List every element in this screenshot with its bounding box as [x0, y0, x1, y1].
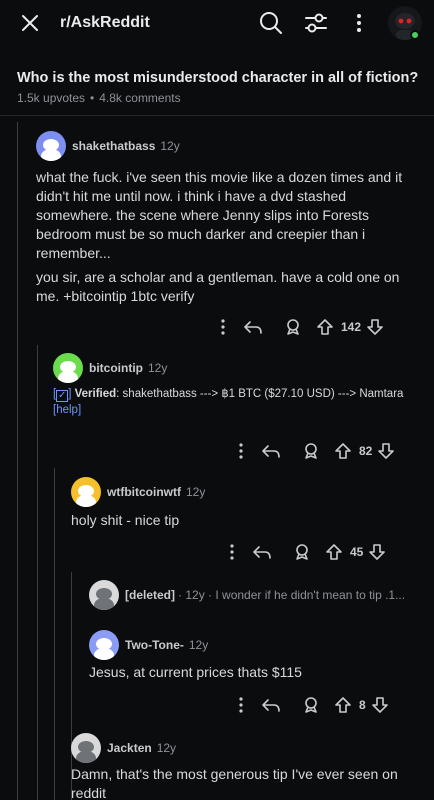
comment-header: wtfbitcoinwtf 12y	[71, 477, 205, 507]
check-icon: ✓	[56, 390, 69, 402]
verified-details: : shakethatbass ---> ฿1 BTC ($27.10 USD)…	[116, 388, 404, 400]
thread-line	[17, 122, 18, 800]
comment-text: you sir, are a scholar and a gentleman. …	[36, 269, 400, 304]
online-status-dot	[410, 30, 420, 40]
user-avatar[interactable]	[36, 131, 66, 161]
comment-text: Damn, that's the most generous tip I've …	[71, 766, 398, 800]
meta-separator: •	[90, 91, 95, 105]
divider	[0, 115, 434, 116]
username: [deleted]	[125, 588, 176, 602]
score: 142	[341, 320, 362, 334]
username[interactable]: bitcointip	[89, 361, 143, 375]
thread-line	[37, 345, 38, 800]
award-icon[interactable]	[291, 442, 331, 460]
search-icon[interactable]	[258, 10, 284, 36]
more-vertical-icon[interactable]	[222, 544, 242, 560]
score: 8	[359, 698, 366, 712]
comment-age: 12y	[160, 139, 180, 153]
verified-checkbox: [✓]	[53, 388, 72, 402]
award-icon[interactable]	[282, 543, 322, 561]
downvote-icon[interactable]	[370, 696, 390, 714]
upvote-icon[interactable]	[331, 696, 355, 714]
comment-actions: 8	[231, 693, 390, 717]
user-avatar[interactable]	[71, 477, 101, 507]
upvote-count: 1.5k upvotes	[17, 91, 86, 105]
downvote-icon[interactable]	[376, 442, 396, 460]
more-vertical-icon[interactable]	[213, 319, 233, 335]
reply-icon[interactable]	[251, 697, 291, 713]
username[interactable]: wtfbitcoinwtf	[107, 485, 181, 499]
more-vertical-icon[interactable]	[346, 10, 372, 36]
comment-header: bitcointip 12y	[53, 353, 167, 383]
collapsed-comment[interactable]: [deleted] · 12y · I wonder if he didn't …	[89, 580, 405, 610]
award-icon[interactable]	[273, 318, 313, 336]
comment-header: shakethatbass 12y	[36, 131, 180, 161]
post-meta: 1.5k upvotes • 4.8k comments	[17, 91, 181, 105]
verified-tip-text: [✓] Verified: shakethatbass ---> ฿1 BTC …	[53, 386, 423, 418]
comment-age: 12y	[185, 485, 206, 499]
reply-icon[interactable]	[251, 443, 291, 459]
subreddit-name[interactable]: r/AskReddit	[60, 14, 150, 32]
comment-text: holy shit - nice tip	[71, 512, 180, 528]
username[interactable]: Jackten	[107, 741, 152, 755]
downvote-icon[interactable]	[367, 543, 387, 561]
award-icon[interactable]	[291, 696, 331, 714]
username[interactable]: shakethatbass	[72, 139, 155, 153]
upvote-icon[interactable]	[331, 442, 355, 460]
comment-actions: 45	[222, 540, 387, 564]
comment-actions: 142	[213, 315, 385, 339]
score: 82	[359, 444, 373, 458]
comment-age: 12y	[188, 638, 209, 652]
comment-text: what the fuck. i've seen this movie like…	[36, 169, 403, 261]
upvote-icon[interactable]	[313, 318, 337, 336]
collapsed-preview: · 12y · I wonder if he didn't mean to ti…	[178, 588, 406, 602]
top-bar: r/AskReddit	[0, 0, 434, 48]
username[interactable]: Two-Tone-	[125, 638, 184, 652]
user-avatar[interactable]	[89, 630, 119, 660]
user-avatar[interactable]	[53, 353, 83, 383]
comment-age: 12y	[148, 361, 168, 375]
more-vertical-icon[interactable]	[231, 697, 251, 713]
verified-label: Verified	[74, 388, 117, 400]
reply-icon[interactable]	[242, 544, 282, 560]
downvote-icon[interactable]	[365, 318, 385, 336]
filter-icon[interactable]	[303, 10, 329, 36]
upvote-icon[interactable]	[322, 543, 346, 561]
post-title[interactable]: Who is the most misunderstood character …	[17, 70, 427, 86]
comment-actions: 82	[231, 439, 396, 463]
comment-header: Two-Tone- 12y	[89, 630, 208, 660]
comment-header: Jackten 12y	[71, 733, 176, 763]
user-avatar[interactable]	[71, 733, 101, 763]
user-avatar	[89, 580, 119, 610]
more-vertical-icon[interactable]	[231, 443, 251, 459]
close-icon[interactable]	[18, 11, 42, 35]
comment-age: 12y	[156, 741, 177, 755]
comment-text: Jesus, at current prices thats $115	[89, 664, 302, 680]
help-link[interactable]: [help]	[53, 404, 81, 416]
thread-line	[54, 468, 55, 800]
reply-icon[interactable]	[233, 319, 273, 335]
comment-count: 4.8k comments	[99, 91, 181, 105]
score: 45	[350, 545, 364, 559]
